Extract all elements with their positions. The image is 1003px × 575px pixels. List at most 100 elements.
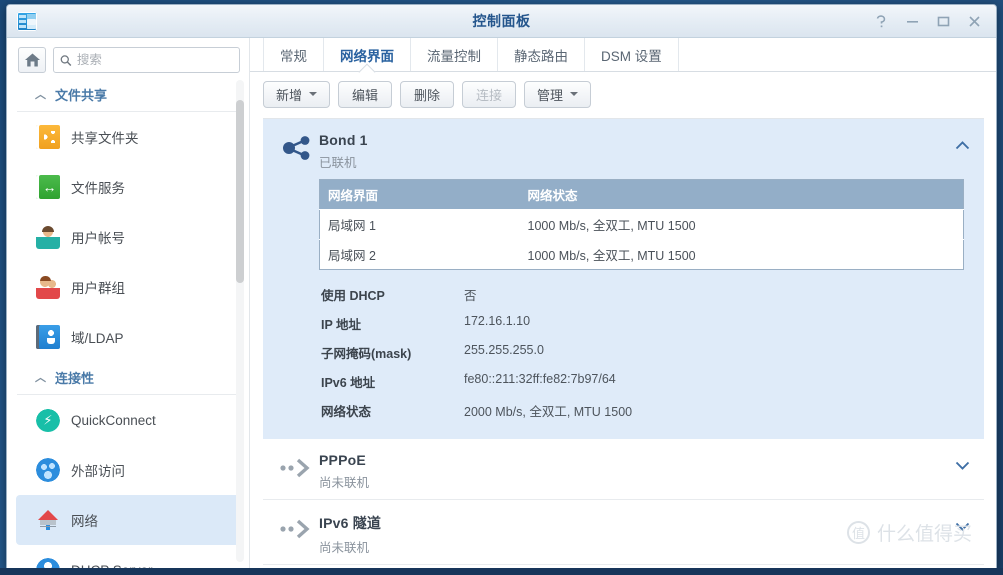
connect-button-label: 连接 bbox=[476, 87, 503, 103]
chevron-up-icon: ︿ bbox=[35, 371, 46, 384]
window-titlebar: 控制面板 bbox=[7, 5, 996, 38]
detail-value: 否 bbox=[464, 289, 477, 303]
panel-ipv6-tunnel: IPv6 隧道 尚未联机 bbox=[263, 500, 984, 565]
control-panel-window: 控制面板 搜索 ︿ 文件共享 共享文件夹 ↔ 文件服务 用户帐号 用户群组 域/… bbox=[6, 4, 997, 569]
sidebar-item-external-access[interactable]: 外部访问 bbox=[16, 445, 240, 495]
cell-interface-status: 1000 Mb/s, 全双工, MTU 1500 bbox=[519, 239, 964, 270]
panel-ipv6-tunnel-header[interactable]: IPv6 隧道 尚未联机 bbox=[263, 500, 984, 564]
panel-title: PPPoE bbox=[319, 452, 366, 468]
tab-network-interface[interactable]: 网络界面 bbox=[324, 38, 411, 71]
panel-bond-1: Bond 1 已联机 网络界面 网络状态 局域网 1 1000 Mb/s, 全双… bbox=[263, 119, 984, 439]
add-button[interactable]: 新增 bbox=[263, 80, 331, 108]
detail-value: 172.16.1.10 bbox=[464, 314, 531, 328]
chevron-down-icon bbox=[570, 92, 579, 96]
external-access-globe-icon bbox=[36, 458, 60, 482]
chevron-down-icon[interactable] bbox=[955, 451, 970, 472]
delete-button-label: 删除 bbox=[414, 87, 441, 103]
quickconnect-icon bbox=[36, 408, 60, 432]
sidebar-item-shared-folder[interactable]: 共享文件夹 bbox=[16, 112, 240, 162]
sidebar-item-file-service[interactable]: 文件服务 bbox=[16, 162, 240, 212]
connect-button: 连接 bbox=[462, 80, 517, 108]
search-input[interactable] bbox=[76, 53, 233, 67]
sidebar-item-network[interactable]: 网络 bbox=[16, 495, 240, 545]
sidebar-item-quickconnect[interactable]: QuickConnect bbox=[16, 395, 240, 445]
window-body: ︿ 文件共享 共享文件夹 文件服务 用户帐号 用户群组 bbox=[7, 38, 996, 568]
panel-pppoe: PPPoE 尚未联机 bbox=[263, 439, 984, 500]
tab-label: 流量控制 bbox=[427, 48, 481, 64]
home-button[interactable] bbox=[18, 47, 47, 73]
panel-bond-1-header[interactable]: Bond 1 已联机 bbox=[263, 119, 984, 179]
table-header-row: 网络界面 网络状态 bbox=[319, 179, 964, 210]
panel-title: IPv6 隧道 bbox=[319, 515, 382, 531]
sidebar-item-label: 域/LDAP bbox=[71, 331, 124, 346]
detail-key: 使用 DHCP bbox=[321, 289, 385, 303]
detail-value: 255.255.255.0 bbox=[464, 343, 544, 357]
manage-button-label: 管理 bbox=[537, 87, 564, 103]
column-header-status: 网络状态 bbox=[519, 179, 964, 210]
sidebar-item-label: 文件服务 bbox=[71, 181, 125, 196]
tab-general[interactable]: 常规 bbox=[263, 38, 324, 71]
search-icon bbox=[60, 54, 72, 66]
network-icon bbox=[36, 508, 60, 532]
tab-dsm-settings[interactable]: DSM 设置 bbox=[585, 38, 679, 71]
tab-bar: 常规 网络界面 流量控制 静态路由 DSM 设置 bbox=[250, 38, 996, 72]
tab-label: 网络界面 bbox=[340, 48, 394, 64]
detail-row-ip-address: IP 地址 172.16.1.10 bbox=[319, 309, 970, 338]
detail-row-dhcp: 使用 DHCP 否 bbox=[319, 280, 970, 309]
detail-row-network-status: 网络状态 2000 Mb/s, 全双工, MTU 1500 bbox=[319, 396, 970, 425]
sidebar-group-label: 文件共享 bbox=[55, 88, 108, 103]
detail-row-ipv6-address: IPv6 地址 fe80::211:32ff:fe82:7b97/64 bbox=[319, 367, 970, 396]
detail-key: IP 地址 bbox=[321, 318, 362, 332]
sidebar-item-user-group[interactable]: 用户群组 bbox=[16, 262, 240, 312]
sidebar-group-file-sharing[interactable]: ︿ 文件共享 bbox=[17, 79, 241, 112]
tab-label: DSM 设置 bbox=[601, 48, 662, 64]
edit-button[interactable]: 编辑 bbox=[338, 80, 393, 108]
sidebar-item-label: 外部访问 bbox=[71, 464, 125, 479]
panel-bond-1-body: 网络界面 网络状态 局域网 1 1000 Mb/s, 全双工, MTU 1500 bbox=[263, 179, 984, 439]
cell-interface-status: 1000 Mb/s, 全双工, MTU 1500 bbox=[519, 209, 964, 240]
cell-interface-name: 局域网 2 bbox=[319, 239, 520, 270]
manage-button[interactable]: 管理 bbox=[524, 80, 592, 108]
panel-status: 尚未联机 bbox=[319, 541, 370, 555]
sidebar-group-connectivity[interactable]: ︿ 连接性 bbox=[17, 362, 241, 395]
chevron-down-icon[interactable] bbox=[955, 512, 970, 533]
home-icon bbox=[24, 53, 40, 67]
sidebar-item-domain-ldap[interactable]: 域/LDAP bbox=[16, 312, 240, 362]
sidebar-item-label: 共享文件夹 bbox=[71, 131, 139, 146]
sidebar-scrollbar-thumb[interactable] bbox=[236, 100, 244, 283]
tab-static-route[interactable]: 静态路由 bbox=[498, 38, 585, 71]
domain-ldap-icon bbox=[36, 325, 60, 349]
window-title: 控制面板 bbox=[472, 13, 531, 29]
detail-value: 2000 Mb/s, 全双工, MTU 1500 bbox=[464, 405, 633, 419]
delete-button[interactable]: 删除 bbox=[400, 80, 455, 108]
detail-key: IPv6 地址 bbox=[321, 376, 376, 390]
edit-button-label: 编辑 bbox=[352, 87, 379, 103]
chevron-up-icon: ︿ bbox=[35, 88, 46, 101]
table-row[interactable]: 局域网 2 1000 Mb/s, 全双工, MTU 1500 bbox=[319, 239, 964, 270]
detail-value: fe80::211:32ff:fe82:7b97/64 bbox=[464, 372, 616, 386]
dhcp-server-icon bbox=[36, 558, 60, 568]
column-header-interface: 网络界面 bbox=[319, 179, 520, 210]
connection-arrow-icon bbox=[275, 512, 319, 546]
shared-folder-icon bbox=[36, 125, 60, 149]
panel-pppoe-header[interactable]: PPPoE 尚未联机 bbox=[263, 439, 984, 499]
sidebar: ︿ 文件共享 共享文件夹 文件服务 用户帐号 用户群组 bbox=[7, 38, 250, 568]
toolbar: 新增 编辑 删除 连接 管理 bbox=[250, 72, 996, 116]
bond-share-icon bbox=[275, 131, 319, 165]
user-account-icon bbox=[36, 225, 60, 249]
tab-traffic-control[interactable]: 流量控制 bbox=[411, 38, 498, 71]
detail-row-subnet-mask: 子网掩码(mask) 255.255.255.0 bbox=[319, 338, 970, 367]
desktop: 控制面板 搜索 ︿ 文件共享 共享文件夹 ↔ 文件服务 用户帐号 用户群组 域/… bbox=[0, 0, 1003, 575]
sidebar-item-dhcp-server[interactable]: DHCP Server bbox=[16, 545, 240, 568]
chevron-down-icon bbox=[309, 92, 318, 96]
table-row[interactable]: 局域网 1 1000 Mb/s, 全双工, MTU 1500 bbox=[319, 209, 964, 240]
taskbar bbox=[0, 568, 1003, 575]
sidebar-item-label: QuickConnect bbox=[71, 412, 156, 428]
connection-arrow-icon bbox=[275, 451, 319, 485]
interface-panel-list: Bond 1 已联机 网络界面 网络状态 局域网 1 1000 Mb/s, 全双… bbox=[263, 118, 984, 568]
sidebar-item-user-account[interactable]: 用户帐号 bbox=[16, 212, 240, 262]
tab-label: 静态路由 bbox=[514, 48, 568, 64]
panel-title: Bond 1 bbox=[319, 132, 368, 148]
search-box[interactable] bbox=[53, 47, 240, 73]
chevron-up-icon[interactable] bbox=[955, 131, 970, 152]
